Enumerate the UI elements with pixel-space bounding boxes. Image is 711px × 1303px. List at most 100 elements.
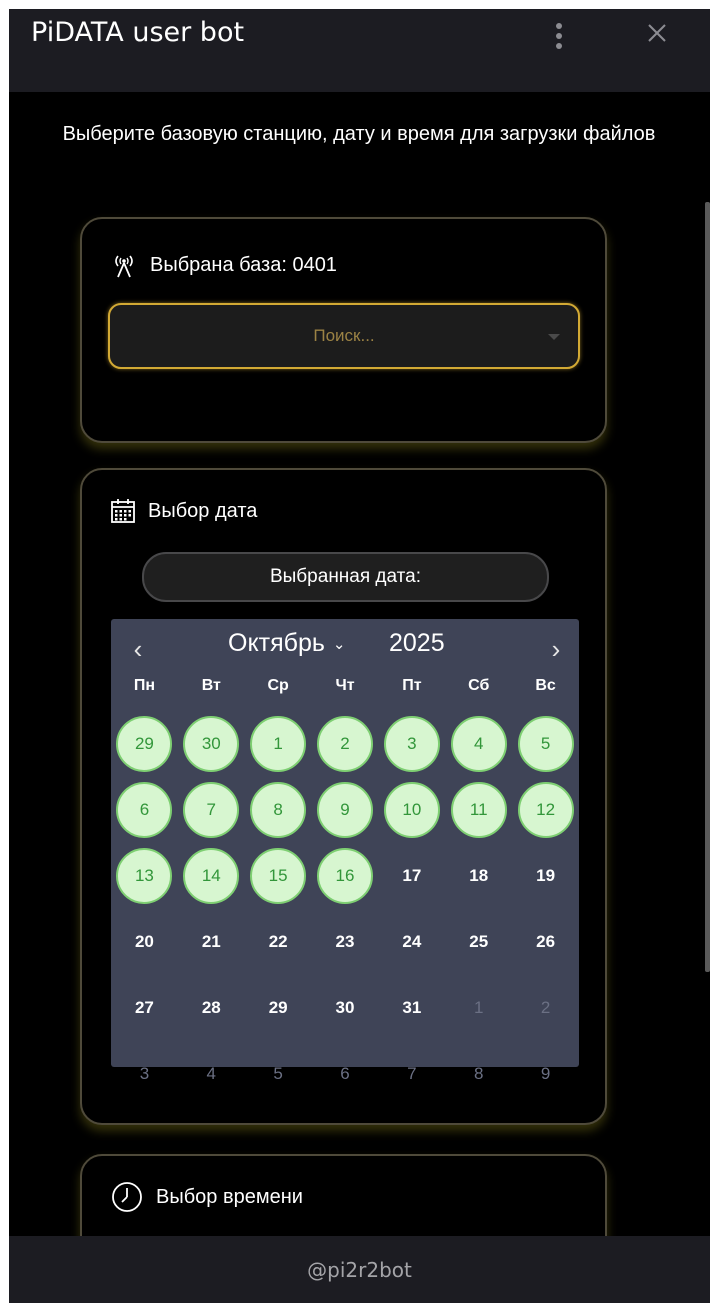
calendar-day-number: 4: [206, 1064, 217, 1083]
calendar-day-available[interactable]: 1: [245, 711, 312, 777]
intro-text: Выберите базовую станцию, дату и время д…: [62, 123, 656, 145]
calendar-day-available[interactable]: 8: [245, 777, 312, 843]
calendar-day-number: 15: [250, 848, 307, 904]
calendar-day-number: 8: [473, 1064, 484, 1083]
main-content[interactable]: Выберите базовую станцию, дату и время д…: [9, 92, 710, 1236]
title-bar: PiDATA user bot: [9, 9, 710, 92]
calendar-day-number: 19: [536, 866, 556, 885]
calendar-day-number: 1: [250, 716, 307, 772]
calendar-day-available[interactable]: 12: [512, 777, 579, 843]
day-grid: 29 30 1 2 3 4 5 6 7 8 9 10 11 12 13 14 15 16 17 18 19 20 21 22 2…: [111, 711, 579, 1107]
calendar-day-number: 6: [340, 1064, 350, 1083]
calendar-day-number: 3: [383, 716, 440, 772]
calendar-day-available[interactable]: 14: [178, 843, 245, 909]
calendar-day-number: 26: [536, 932, 556, 951]
calendar-day-available[interactable]: 7: [178, 777, 245, 843]
weekday-label: Вс: [535, 677, 556, 694]
calendar-day[interactable]: 26: [512, 909, 579, 975]
calendar-day-outside-month[interactable]: 7: [378, 1041, 445, 1107]
calendar-day-number: 30: [335, 998, 355, 1017]
calendar-day-available[interactable]: 16: [312, 843, 379, 909]
calendar-day-number: 2: [540, 998, 551, 1017]
calendar-day-number: 1: [473, 998, 484, 1017]
month-label: Октябрь: [228, 629, 325, 657]
telegram-webapp-window: PiDATA user bot Выберите базовую станцию…: [9, 9, 710, 1303]
base-station-search[interactable]: Поиск...: [108, 303, 580, 369]
weekday-label: Сб: [468, 677, 490, 694]
calendar-day-number: 20: [134, 932, 154, 951]
calendar-day-number: 30: [183, 716, 240, 772]
calendar-day-number: 29: [268, 998, 288, 1017]
calendar-day-number: 11: [450, 782, 507, 838]
calendar-day[interactable]: 25: [445, 909, 512, 975]
weekday-label: Пн: [133, 677, 156, 694]
calendar-icon: [111, 499, 135, 523]
calendar-day[interactable]: 31: [378, 975, 445, 1041]
calendar-day[interactable]: 17: [378, 843, 445, 909]
next-month-button[interactable]: ›: [541, 631, 571, 667]
calendar-day[interactable]: 29: [245, 975, 312, 1041]
year-input[interactable]: 2025: [389, 629, 445, 658]
weekday-label: Пт: [402, 677, 422, 694]
dropdown-arrow-icon[interactable]: [548, 334, 560, 340]
close-icon[interactable]: [643, 19, 671, 47]
calendar-day-number: 23: [335, 932, 355, 951]
calendar-day[interactable]: 18: [445, 843, 512, 909]
calendar-day[interactable]: 30: [312, 975, 379, 1041]
calendar-day[interactable]: 27: [111, 975, 178, 1041]
calendar-day-available[interactable]: 10: [378, 777, 445, 843]
calendar-day-outside-month[interactable]: 4: [178, 1041, 245, 1107]
calendar-day-number: 28: [201, 998, 221, 1017]
calendar-day[interactable]: 20: [111, 909, 178, 975]
month-select[interactable]: Октябрь ⌄: [228, 629, 345, 658]
calendar-day-number: 13: [116, 848, 173, 904]
calendar-day-number: 24: [402, 932, 422, 951]
scrollbar[interactable]: [705, 202, 710, 972]
calendar-day-number: 21: [201, 932, 221, 951]
calendar-day[interactable]: 24: [378, 909, 445, 975]
calendar-day-number: 22: [268, 932, 288, 951]
calendar-day-number: 25: [469, 932, 489, 951]
calendar-day-outside-month[interactable]: 9: [512, 1041, 579, 1107]
calendar-day-number: 12: [517, 782, 574, 838]
weekday-header-row: Пн Вт Ср Чт Пт Сб Вс: [111, 677, 579, 701]
calendar-day[interactable]: 23: [312, 909, 379, 975]
calendar-day-number: 10: [383, 782, 440, 838]
calendar-day[interactable]: 21: [178, 909, 245, 975]
calendar-day-outside-month[interactable]: 3: [111, 1041, 178, 1107]
calendar-day-available[interactable]: 9: [312, 777, 379, 843]
calendar-day-available[interactable]: 29: [111, 711, 178, 777]
calendar-day-number: 29: [116, 716, 173, 772]
calendar-day-outside-month[interactable]: 2: [512, 975, 579, 1041]
calendar-day[interactable]: 22: [245, 909, 312, 975]
calendar-day-available[interactable]: 30: [178, 711, 245, 777]
calendar-day-outside-month[interactable]: 8: [445, 1041, 512, 1107]
calendar-day-available[interactable]: 13: [111, 843, 178, 909]
calendar-day-available[interactable]: 2: [312, 711, 379, 777]
calendar-day-number: 4: [450, 716, 507, 772]
chevron-down-icon: ⌄: [332, 635, 346, 653]
calendar-day-available[interactable]: 15: [245, 843, 312, 909]
calendar-day-available[interactable]: 5: [512, 711, 579, 777]
calendar-day-outside-month[interactable]: 1: [445, 975, 512, 1041]
calendar-day-number: 17: [402, 866, 422, 885]
calendar-day[interactable]: 19: [512, 843, 579, 909]
calendar-day-number: 8: [250, 782, 307, 838]
previous-month-button[interactable]: ‹: [123, 631, 153, 667]
calendar-day-available[interactable]: 11: [445, 777, 512, 843]
more-options-icon[interactable]: [549, 19, 569, 53]
time-picker-header: Выбор времени: [110, 1180, 303, 1214]
search-placeholder: Поиск...: [313, 326, 375, 345]
selected-date-display: Выбранная дата:: [142, 552, 549, 602]
date-picker-card: Выбор дата Выбранная дата: ‹ Октябрь ⌄ 2…: [80, 468, 607, 1125]
calendar-day-available[interactable]: 6: [111, 777, 178, 843]
calendar-day-available[interactable]: 4: [445, 711, 512, 777]
calendar-day-outside-month[interactable]: 5: [245, 1041, 312, 1107]
date-picker-header: Выбор дата: [110, 498, 257, 524]
calendar-day[interactable]: 28: [178, 975, 245, 1041]
calendar-day-available[interactable]: 3: [378, 711, 445, 777]
base-station-card: Выбрана база: 0401 Поиск...: [80, 217, 607, 443]
calendar-day-number: 5: [273, 1064, 283, 1083]
weekday-label: Чт: [335, 677, 355, 694]
calendar-day-outside-month[interactable]: 6: [312, 1041, 379, 1107]
